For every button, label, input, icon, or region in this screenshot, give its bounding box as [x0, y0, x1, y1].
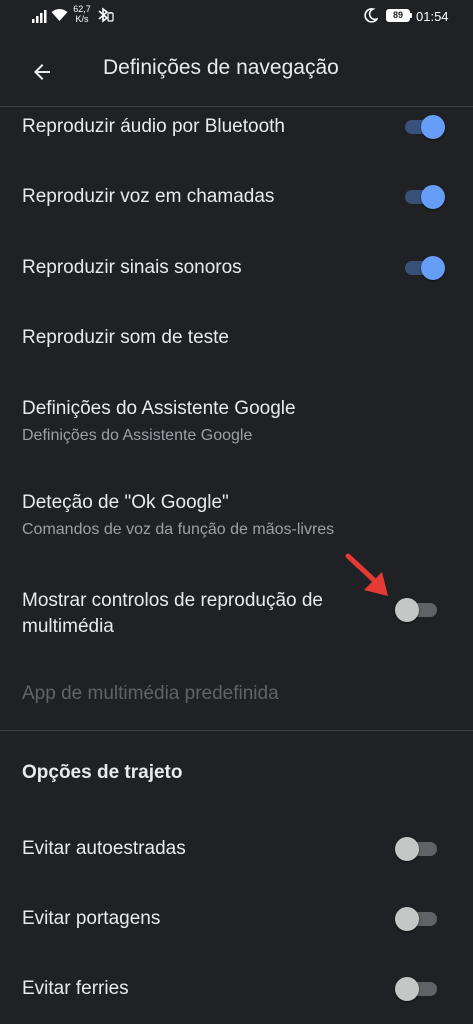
setting-title: Reproduzir som de teste: [22, 327, 229, 348]
setting-title: Reproduzir sinais sonoros: [22, 257, 242, 278]
avoid-ferries-toggle[interactable]: [395, 976, 439, 1002]
setting-avoid-ferries[interactable]: Evitar ferries: [0, 960, 473, 1020]
network-speed-unit: K/s: [75, 14, 89, 24]
setting-title: Mostrar controlos de reprodução de multi…: [22, 590, 323, 637]
setting-subtitle: Comandos de voz da função de mãos-livres: [22, 521, 335, 538]
battery-level: 89: [392, 10, 403, 20]
setting-test-sound[interactable]: Reproduzir som de teste: [0, 318, 473, 388]
setting-title: Evitar portagens: [22, 908, 161, 929]
signal-icon: [32, 10, 47, 23]
setting-title: Evitar ferries: [22, 978, 129, 999]
toggle-thumb: [395, 907, 419, 931]
setting-title: Deteção de "Ok Google": [22, 492, 229, 513]
toggle-thumb: [421, 256, 445, 280]
status-bar: 62,7 K/s 89 01:54: [0, 0, 473, 34]
setting-title: Reproduzir voz em chamadas: [22, 186, 275, 207]
red-arrow-icon: [345, 553, 388, 596]
setting-title: Evitar autoestradas: [22, 838, 186, 859]
setting-default-media-app: App de multimédia predefinida: [0, 672, 473, 722]
setting-title: Reproduzir áudio por Bluetooth: [22, 116, 286, 137]
back-button[interactable]: [20, 50, 64, 94]
toggle-thumb: [395, 837, 419, 861]
setting-ok-google[interactable]: Deteção de "Ok Google" Comandos de voz d…: [0, 482, 473, 566]
section-header-route-options: Opções de trajeto: [22, 762, 183, 783]
setting-sound-signals[interactable]: Reproduzir sinais sonoros: [0, 248, 473, 318]
clock: 01:54: [416, 9, 449, 24]
screen: 62,7 K/s 89 01:54 Definições de navegaçã…: [0, 0, 473, 1024]
page-title: Definições de navegação: [103, 56, 339, 79]
network-speed: 62,7 K/s: [71, 4, 93, 24]
bluetooth-icon: [98, 7, 114, 23]
setting-google-assistant[interactable]: Definições do Assistente Google Definiçõ…: [0, 388, 473, 474]
setting-bluetooth-audio[interactable]: Reproduzir áudio por Bluetooth: [0, 107, 473, 177]
setting-avoid-highways[interactable]: Evitar autoestradas: [0, 820, 473, 880]
battery-tip: [410, 13, 412, 18]
setting-title: App de multimédia predefinida: [22, 683, 279, 704]
battery-icon: 89: [386, 9, 410, 22]
toggle-thumb: [421, 185, 445, 209]
section-divider: [0, 730, 473, 731]
media-controls-toggle[interactable]: [395, 597, 439, 623]
avoid-highways-toggle[interactable]: [395, 836, 439, 862]
sound-signals-toggle[interactable]: [395, 255, 445, 281]
setting-voice-in-calls[interactable]: Reproduzir voz em chamadas: [0, 177, 473, 247]
setting-title: Definições do Assistente Google: [22, 398, 296, 419]
toggle-thumb: [395, 977, 419, 1001]
arrow-left-icon: [34, 64, 50, 80]
network-speed-value: 62,7: [73, 4, 91, 14]
setting-subtitle: Definições do Assistente Google: [22, 427, 253, 444]
voice-in-calls-toggle[interactable]: [395, 184, 445, 210]
setting-media-controls[interactable]: Mostrar controlos de reprodução de multi…: [0, 578, 473, 668]
moon-icon: [364, 8, 378, 23]
wifi-icon: [51, 9, 68, 21]
app-bar: Definições de navegação: [0, 34, 473, 106]
bluetooth-audio-toggle[interactable]: [395, 114, 445, 140]
setting-avoid-tolls[interactable]: Evitar portagens: [0, 890, 473, 950]
avoid-tolls-toggle[interactable]: [395, 906, 439, 932]
toggle-thumb: [395, 598, 419, 622]
toggle-thumb: [421, 115, 445, 139]
